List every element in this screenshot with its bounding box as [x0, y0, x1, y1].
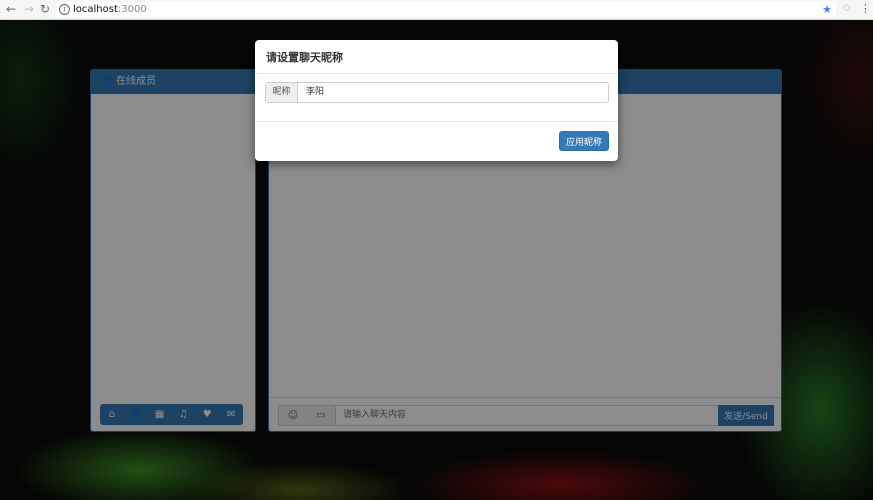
nickname-addon-label: 昵称 [266, 83, 298, 102]
url-host: localhost [73, 4, 118, 15]
modal-header-divider [255, 73, 618, 74]
address-bar[interactable]: i localhost:3000 ★ [56, 2, 836, 17]
modal-footer-divider [255, 121, 618, 122]
browser-toolbar: ← → ↻ i localhost:3000 ★ ◇ ⋮ [0, 0, 873, 20]
modal-title: 请设置聊天昵称 [266, 51, 343, 64]
extension-icon[interactable]: ◇ [843, 3, 850, 13]
info-icon[interactable]: i [59, 4, 70, 15]
url-port: :3000 [117, 4, 147, 15]
reload-icon[interactable]: ↻ [38, 2, 52, 16]
apply-nickname-button[interactable]: 应用昵称 [559, 131, 609, 151]
back-icon[interactable]: ← [4, 2, 18, 16]
nickname-input-group: 昵称 [265, 82, 609, 103]
kebab-menu-icon[interactable]: ⋮ [860, 2, 871, 15]
nickname-input[interactable] [306, 83, 596, 102]
forward-icon[interactable]: → [22, 2, 36, 16]
nickname-modal: 请设置聊天昵称 昵称 应用昵称 [255, 40, 618, 161]
url-text: localhost:3000 [73, 2, 147, 17]
bookmark-star-icon[interactable]: ★ [822, 2, 832, 17]
